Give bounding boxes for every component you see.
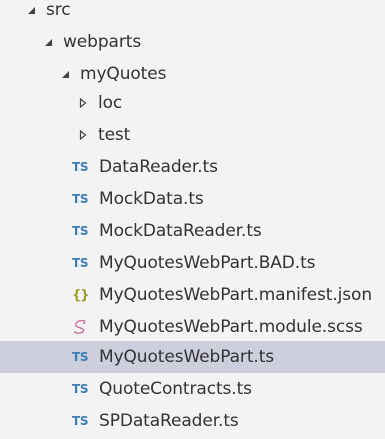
tree-item-label: DataReader.ts	[99, 157, 218, 177]
file-explorer-tree: src webparts myQuotes loc test TS DataRe…	[0, 0, 385, 439]
tree-file-mockdata-ts[interactable]: TS MockData.ts	[0, 183, 385, 215]
tree-file-manifest-json[interactable]: {} MyQuotesWebPart.manifest.json	[0, 279, 385, 311]
tree-folder-webparts[interactable]: webparts	[0, 26, 385, 58]
tree-item-label: QuoteContracts.ts	[99, 379, 252, 399]
tree-item-label: src	[46, 0, 71, 20]
typescript-file-icon: TS	[72, 160, 89, 174]
tree-item-label: MyQuotesWebPart.module.scss	[99, 317, 363, 337]
tree-folder-loc[interactable]: loc	[0, 87, 385, 119]
tree-folder-test[interactable]: test	[0, 119, 385, 151]
typescript-file-icon: TS	[72, 224, 89, 238]
tree-item-label: MockData.ts	[99, 189, 204, 209]
tree-file-datareader-ts[interactable]: TS DataReader.ts	[0, 151, 385, 183]
typescript-file-icon: TS	[72, 382, 89, 396]
tree-item-label: myQuotes	[80, 64, 167, 84]
tree-file-module-scss[interactable]: MyQuotesWebPart.module.scss	[0, 311, 385, 343]
tree-item-label: MyQuotesWebPart.ts	[99, 347, 275, 367]
chevron-collapsed-icon[interactable]	[76, 98, 90, 108]
chevron-expanded-icon[interactable]	[41, 38, 55, 47]
tree-item-label: SPDataReader.ts	[99, 411, 239, 431]
tree-item-label: webparts	[63, 32, 142, 52]
tree-item-label: MyQuotesWebPart.BAD.ts	[99, 253, 316, 273]
typescript-file-icon: TS	[72, 350, 89, 364]
typescript-file-icon: TS	[72, 414, 89, 428]
tree-item-label: loc	[98, 93, 123, 113]
tree-file-myquoteswebpart-ts[interactable]: TS MyQuotesWebPart.ts	[0, 341, 385, 373]
tree-file-spdatareader-ts[interactable]: TS SPDataReader.ts	[0, 405, 385, 437]
tree-item-label: MockDataReader.ts	[99, 221, 262, 241]
tree-folder-src[interactable]: src	[0, 0, 385, 26]
sass-file-icon	[72, 319, 94, 335]
tree-file-myquoteswebpart-bad-ts[interactable]: TS MyQuotesWebPart.BAD.ts	[0, 247, 385, 279]
typescript-file-icon: TS	[72, 256, 89, 270]
tree-folder-myquotes[interactable]: myQuotes	[0, 58, 385, 90]
tree-file-mockdatareader-ts[interactable]: TS MockDataReader.ts	[0, 215, 385, 247]
chevron-expanded-icon[interactable]	[58, 70, 72, 79]
chevron-expanded-icon[interactable]	[24, 6, 38, 15]
tree-item-label: test	[98, 125, 131, 145]
tree-item-label: MyQuotesWebPart.manifest.json	[99, 285, 372, 305]
json-file-icon: {}	[72, 287, 90, 303]
tree-file-quotecontracts-ts[interactable]: TS QuoteContracts.ts	[0, 373, 385, 405]
chevron-collapsed-icon[interactable]	[76, 130, 90, 140]
typescript-file-icon: TS	[72, 192, 89, 206]
